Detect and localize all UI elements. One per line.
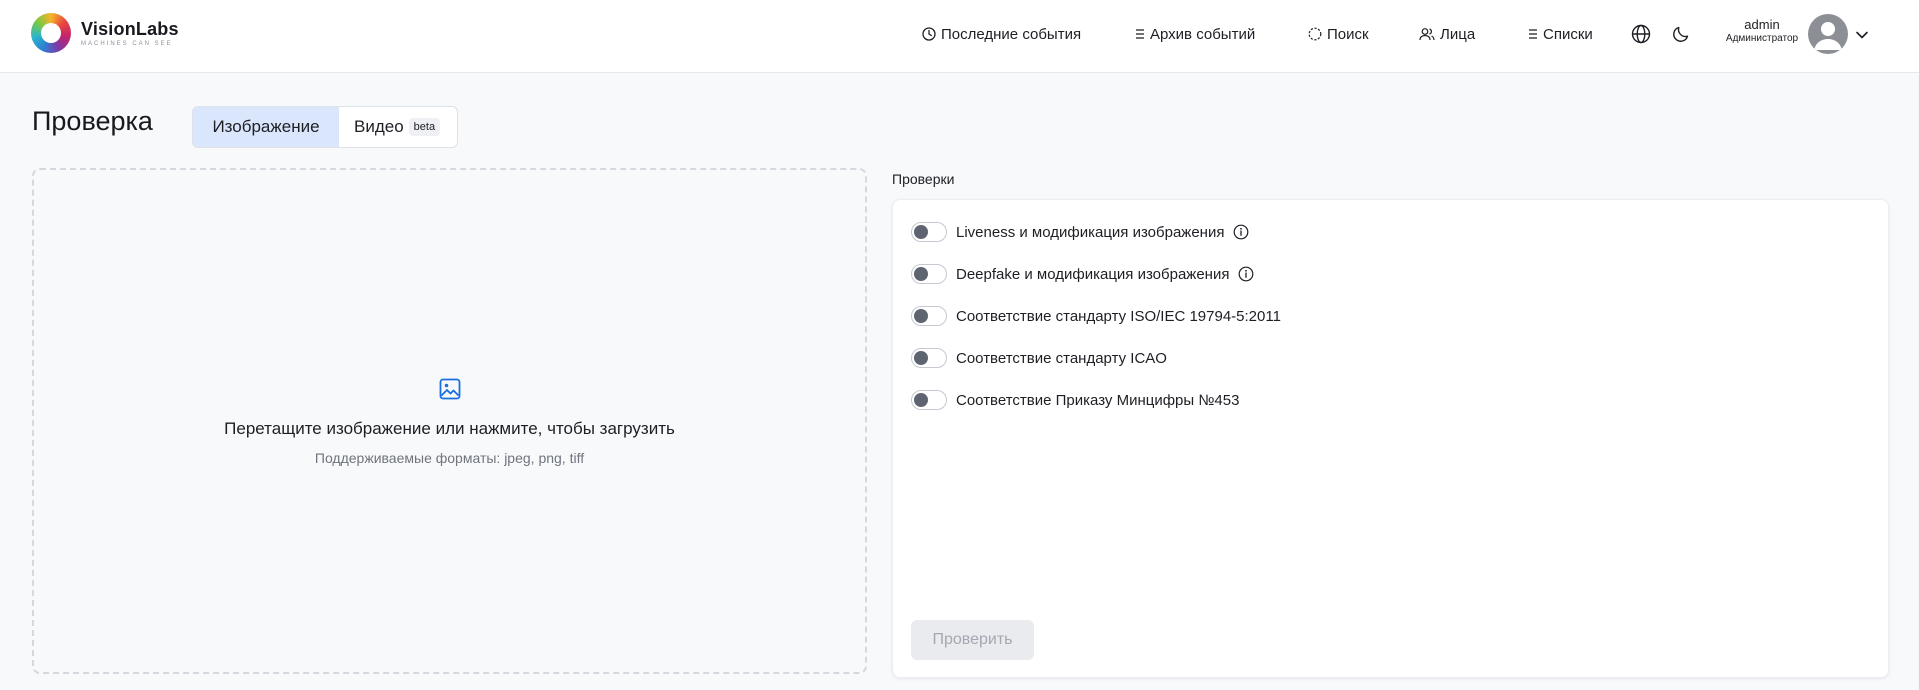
check-item: Соответствие Приказу Минцифры №453: [911, 388, 1239, 412]
check-label: Соответствие стандарту ICAO: [956, 349, 1167, 367]
deepfake-toggle[interactable]: [911, 264, 947, 284]
nav-item-label: Поиск: [1327, 25, 1369, 43]
user-name: admin: [1744, 17, 1780, 32]
avatar[interactable]: [1808, 14, 1848, 54]
dropzone-text: Перетащите изображение или нажмите, чтоб…: [224, 419, 675, 438]
theme-toggle-button[interactable]: [1669, 22, 1693, 46]
check-label: Соответствие Приказу Минцифры №453: [956, 391, 1240, 409]
users-icon: [1419, 28, 1435, 41]
dropzone-formats-hint: Поддерживаемые форматы: jpeg, png, tiff: [314, 450, 585, 466]
user-menu-chevron-down-icon[interactable]: [1852, 25, 1872, 45]
nav-item-event-archive[interactable]: Архив событий: [1135, 23, 1255, 45]
nav-item-label: Лица: [1440, 25, 1476, 43]
moon-icon: [1673, 26, 1689, 42]
brand-logo[interactable]: VisionLabs MACHINES CAN SEE: [31, 13, 179, 53]
top-header: VisionLabs MACHINES CAN SEE Последние со…: [0, 0, 1919, 73]
user-avatar-icon: [1814, 22, 1842, 50]
icao-standard-toggle[interactable]: [911, 348, 947, 368]
image-dropzone[interactable]: Перетащите изображение или нажмите, чтоб…: [32, 168, 867, 674]
nav-item-label: Архив событий: [1150, 25, 1256, 43]
user-info[interactable]: admin Администратор: [1716, 17, 1808, 46]
nav-item-label: Списки: [1543, 25, 1593, 43]
search-target-icon: [1308, 27, 1322, 41]
checks-panel: Liveness и модификация изображения Deepf…: [892, 199, 1889, 678]
nav-item-faces[interactable]: Лица: [1419, 23, 1475, 45]
tab-image[interactable]: Изображение: [193, 107, 339, 147]
nav-item-search[interactable]: Поиск: [1308, 23, 1369, 45]
tab-label: Видео: [354, 117, 404, 136]
check-submit-button[interactable]: Проверить: [911, 620, 1034, 660]
image-icon: [438, 377, 462, 406]
brand-tagline: MACHINES CAN SEE: [81, 40, 173, 47]
mode-tabs: Изображение Видео beta: [192, 106, 458, 148]
logo-mark-icon: [31, 13, 71, 53]
check-label: Liveness и модификация изображения: [956, 223, 1225, 241]
language-button[interactable]: [1629, 22, 1653, 46]
info-icon[interactable]: [1232, 223, 1250, 241]
globe-icon: [1631, 24, 1651, 44]
check-item: Liveness и модификация изображения: [911, 220, 1250, 244]
clock-icon: [922, 27, 936, 41]
user-role: Администратор: [1725, 33, 1799, 44]
liveness-toggle[interactable]: [911, 222, 947, 242]
tab-video[interactable]: Видео beta: [339, 107, 457, 147]
iso-standard-toggle[interactable]: [911, 306, 947, 326]
check-item: Соответствие стандарту ISO/IEC 19794-5:2…: [911, 304, 1281, 328]
tab-label: Изображение: [212, 117, 320, 136]
check-item: Соответствие стандарту ICAO: [911, 346, 1167, 370]
brand-name: VisionLabs: [81, 18, 179, 39]
info-icon[interactable]: [1237, 265, 1255, 283]
nav-item-lists[interactable]: Списки: [1528, 23, 1593, 45]
check-item: Deepfake и модификация изображения: [911, 262, 1255, 286]
nav-item-label: Последние события: [941, 25, 1082, 43]
nav-item-recent-events[interactable]: Последние события: [922, 23, 1081, 45]
list-icon: [1529, 29, 1537, 39]
check-label: Deepfake и модификация изображения: [956, 265, 1230, 283]
mintsifry-order-toggle[interactable]: [911, 390, 947, 410]
page-title: Проверка: [32, 106, 153, 136]
beta-badge: beta: [408, 118, 441, 136]
checks-heading: Проверки: [892, 171, 955, 187]
check-label: Соответствие стандарту ISO/IEC 19794-5:2…: [956, 307, 1281, 325]
list-icon: [1136, 29, 1144, 39]
